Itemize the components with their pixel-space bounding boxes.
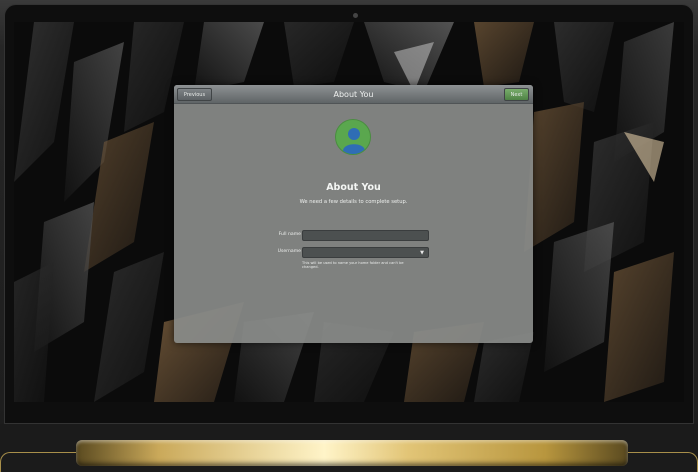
user-avatar-icon — [335, 119, 371, 155]
dialog-title: About You — [333, 90, 374, 99]
chevron-down-icon[interactable]: ▼ — [418, 250, 426, 256]
page-heading: About You — [326, 182, 381, 193]
next-button[interactable]: Next — [504, 88, 529, 101]
username-label: Username — [277, 249, 301, 254]
page-subtitle: We need a few details to complete setup. — [299, 199, 408, 205]
previous-button[interactable]: Previous — [177, 88, 212, 101]
full-name-label: Full name — [278, 232, 301, 237]
desktop-screen: About You Previous Next About You We nee… — [14, 22, 684, 402]
webcam-dot — [353, 13, 358, 18]
full-name-field-wrapper — [302, 230, 429, 250]
dialog-titlebar: About You Previous Next — [174, 85, 533, 104]
username-combobox[interactable]: ▼ — [302, 247, 429, 267]
laptop-frame: About You Previous Next About You We nee… — [0, 0, 698, 472]
username-hint: This will be used to name your home fold… — [302, 261, 404, 270]
laptop-gold-hinge-bar — [76, 440, 628, 466]
setup-dialog: About You Previous Next About You We nee… — [174, 85, 533, 343]
